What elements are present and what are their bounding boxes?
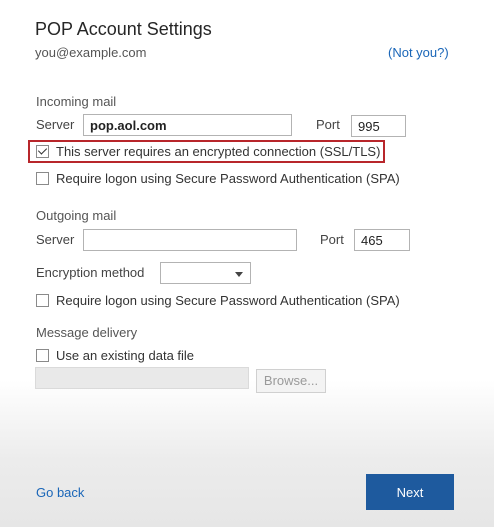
outgoing-spa-checkbox-label: Require logon using Secure Password Auth… [56,293,400,308]
go-back-link[interactable]: Go back [36,485,84,500]
outgoing-server-label: Server [36,232,75,247]
data-file-path-input [35,367,249,389]
existing-data-file-checkbox[interactable] [36,349,49,362]
outgoing-port-label: Port [320,232,344,247]
pop-account-settings-dialog: POP Account Settings you@example.com (No… [0,0,494,527]
ssl-checkbox[interactable] [36,145,49,158]
incoming-spa-checkbox[interactable] [36,172,49,185]
outgoing-spa-checkbox-row[interactable]: Require logon using Secure Password Auth… [36,293,400,308]
outgoing-mail-heading: Outgoing mail [36,208,117,223]
existing-data-file-label: Use an existing data file [56,348,195,363]
incoming-port-label: Port [316,117,340,132]
next-button[interactable]: Next [366,474,454,510]
incoming-server-input[interactable] [83,114,292,136]
incoming-spa-checkbox-label: Require logon using Secure Password Auth… [56,171,400,186]
not-you-link[interactable]: (Not you?) [388,45,449,60]
incoming-port-input[interactable] [351,115,406,137]
encryption-method-label: Encryption method [36,265,145,280]
incoming-server-label: Server [36,117,75,132]
outgoing-spa-checkbox[interactable] [36,294,49,307]
incoming-mail-heading: Incoming mail [36,94,117,109]
dialog-title: POP Account Settings [35,19,212,39]
ssl-checkbox-row[interactable]: This server requires an encrypted connec… [36,144,380,159]
browse-button: Browse... [256,369,326,393]
message-delivery-heading: Message delivery [36,325,138,340]
chevron-down-icon [235,272,243,277]
outgoing-port-input[interactable] [354,229,410,251]
existing-data-file-checkbox-row[interactable]: Use an existing data file [36,348,194,363]
account-email: you@example.com [35,45,147,60]
incoming-spa-checkbox-row[interactable]: Require logon using Secure Password Auth… [36,171,400,186]
ssl-checkbox-label: This server requires an encrypted connec… [56,144,381,159]
outgoing-server-input[interactable] [83,229,297,251]
encryption-method-select[interactable] [160,262,251,284]
